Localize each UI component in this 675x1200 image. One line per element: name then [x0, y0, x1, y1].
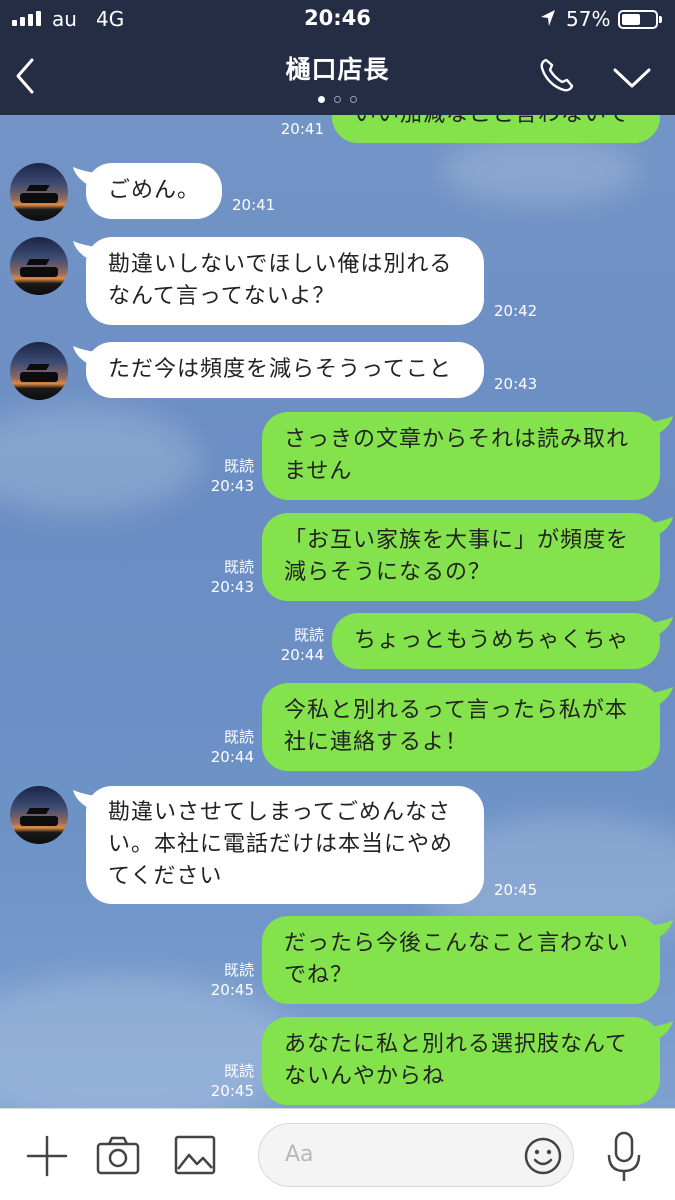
page-dot [334, 96, 341, 103]
battery-fill [622, 14, 641, 25]
incoming-message-bubble[interactable]: ごめん。 [86, 163, 222, 219]
message-meta: 20:41 [232, 195, 282, 215]
message-time: 20:43 [494, 375, 538, 393]
message-text: ちょっともうめちゃくちゃ [354, 628, 630, 653]
avatar-airplane-silhouette [20, 816, 58, 826]
background-cloud [440, 135, 640, 205]
chevron-down-icon[interactable] [612, 66, 652, 90]
message-time: 20:43 [210, 477, 254, 495]
battery-icon [618, 10, 662, 29]
location-arrow-icon [541, 10, 555, 26]
chat-area[interactable]: いい加減なこと言わないで 20:41 ごめん。 20:41 勘違いしないでほしい俺は別れ… [0, 115, 675, 1108]
message-text: ません [284, 459, 353, 484]
message-text: ごめん。 [108, 178, 201, 203]
incoming-message-bubble[interactable]: 勘違いしないでほしい俺は別れる なんて言ってないよ？ [86, 237, 484, 325]
top-bar: au 4G 20:46 57% 樋口店長 [0, 0, 675, 115]
battery-percent: 57% [566, 7, 611, 31]
message-text: 勘違いさせてしまってごめんなさ [108, 800, 452, 825]
status-bar: au 4G 20:46 57% [0, 0, 675, 40]
message-text: だったら今後こんなこと言わない [284, 931, 630, 956]
outgoing-message-bubble[interactable]: 今私と別れるって言ったら私が本 社に連絡するよ！ [262, 683, 660, 771]
message-time: 20:41 [232, 196, 276, 214]
message-text: い。本社に電話だけは本当にやめ [108, 832, 454, 857]
message-meta: 既読 20:44 [262, 625, 324, 665]
page-indicator [0, 96, 675, 103]
read-receipt-label: 既読 [223, 728, 254, 746]
read-receipt-label: 既読 [223, 1062, 254, 1080]
message-time: 20:44 [210, 748, 254, 766]
message-time: 20:43 [210, 578, 254, 596]
avatar-airplane-silhouette [20, 193, 58, 203]
message-meta: 20:42 [494, 301, 544, 321]
read-receipt-label: 既読 [223, 457, 254, 475]
message-text: てください [108, 864, 223, 889]
message-text: 減らそうになるの？ [284, 560, 492, 585]
message-time: 20:45 [494, 881, 538, 899]
image-icon[interactable] [174, 1135, 216, 1175]
read-receipt-label: 既読 [223, 558, 254, 576]
contact-avatar[interactable] [10, 786, 68, 844]
message-meta: 既読 20:43 [192, 557, 254, 597]
incoming-message-bubble[interactable]: ただ今は頻度を減らそうってこと [86, 342, 484, 398]
phone-call-icon[interactable] [538, 56, 576, 94]
outgoing-message-bubble[interactable]: あなたに私と別れる選択肢なんて ないんやからね [262, 1017, 660, 1105]
message-meta: 既読 20:45 [192, 1061, 254, 1101]
incoming-message-bubble[interactable]: 勘違いさせてしまってごめんなさ い。本社に電話だけは本当にやめ てください [86, 786, 484, 904]
message-meta: 20:41 [262, 119, 324, 139]
message-time: 20:44 [280, 646, 324, 664]
plus-icon[interactable] [26, 1135, 68, 1177]
background-cloud [0, 405, 200, 515]
outgoing-message-bubble[interactable]: だったら今後こんなこと言わない でね？ [262, 916, 660, 1004]
read-receipt-label: 既読 [223, 961, 254, 979]
outgoing-message-bubble[interactable]: ちょっともうめちゃくちゃ [332, 613, 660, 669]
outgoing-message-bubble[interactable]: 「お互い家族を大事に」が頻度を 減らそうになるの？ [262, 513, 660, 601]
message-time: 20:45 [210, 1082, 254, 1100]
message-text: ないんやからね [284, 1064, 446, 1089]
message-text: 社に連絡するよ！ [284, 730, 469, 755]
background-cloud [0, 975, 300, 1108]
message-text: 「お互い家族を大事に」が頻度を [284, 528, 630, 553]
message-time: 20:45 [210, 981, 254, 999]
message-time: 20:42 [494, 302, 538, 320]
avatar-airplane-silhouette [20, 267, 58, 277]
contact-avatar[interactable] [10, 237, 68, 295]
page-dot [318, 96, 325, 103]
avatar-airplane-silhouette [20, 372, 58, 382]
message-text: いい加減なこと言わないで [354, 115, 638, 131]
message-text: あなたに私と別れる選択肢なんて [284, 1032, 628, 1057]
message-input[interactable]: Aa [258, 1123, 574, 1187]
message-text: なんて言ってないよ？ [108, 284, 336, 309]
message-text: さっきの文章からそれは読み取れ [284, 427, 630, 452]
emoji-icon[interactable] [523, 1136, 563, 1176]
message-meta: 20:43 [494, 374, 544, 394]
message-text: 今私と別れるって言ったら私が本 [284, 698, 628, 723]
camera-icon[interactable] [96, 1135, 140, 1175]
message-input-placeholder: Aa [285, 1142, 314, 1167]
contact-avatar[interactable] [10, 163, 68, 221]
message-meta: 既読 20:45 [192, 960, 254, 1000]
outgoing-message-bubble[interactable]: さっきの文章からそれは読み取れ ません [262, 412, 660, 500]
message-input-bar: Aa [0, 1108, 675, 1200]
contact-avatar[interactable] [10, 342, 68, 400]
read-receipt-label: 既読 [293, 626, 324, 644]
message-text: ただ今は頻度を減らそうってこと [108, 357, 452, 382]
outgoing-message-bubble[interactable]: いい加減なこと言わないで [332, 115, 660, 143]
microphone-icon[interactable] [606, 1131, 642, 1183]
message-text: でね？ [284, 963, 354, 988]
message-time: 20:41 [280, 120, 324, 138]
message-meta: 既読 20:44 [192, 727, 254, 767]
message-meta: 既読 20:43 [192, 456, 254, 496]
message-meta: 20:45 [494, 880, 544, 900]
page-dot [350, 96, 357, 103]
message-text: 勘違いしないでほしい俺は別れる [108, 252, 453, 277]
